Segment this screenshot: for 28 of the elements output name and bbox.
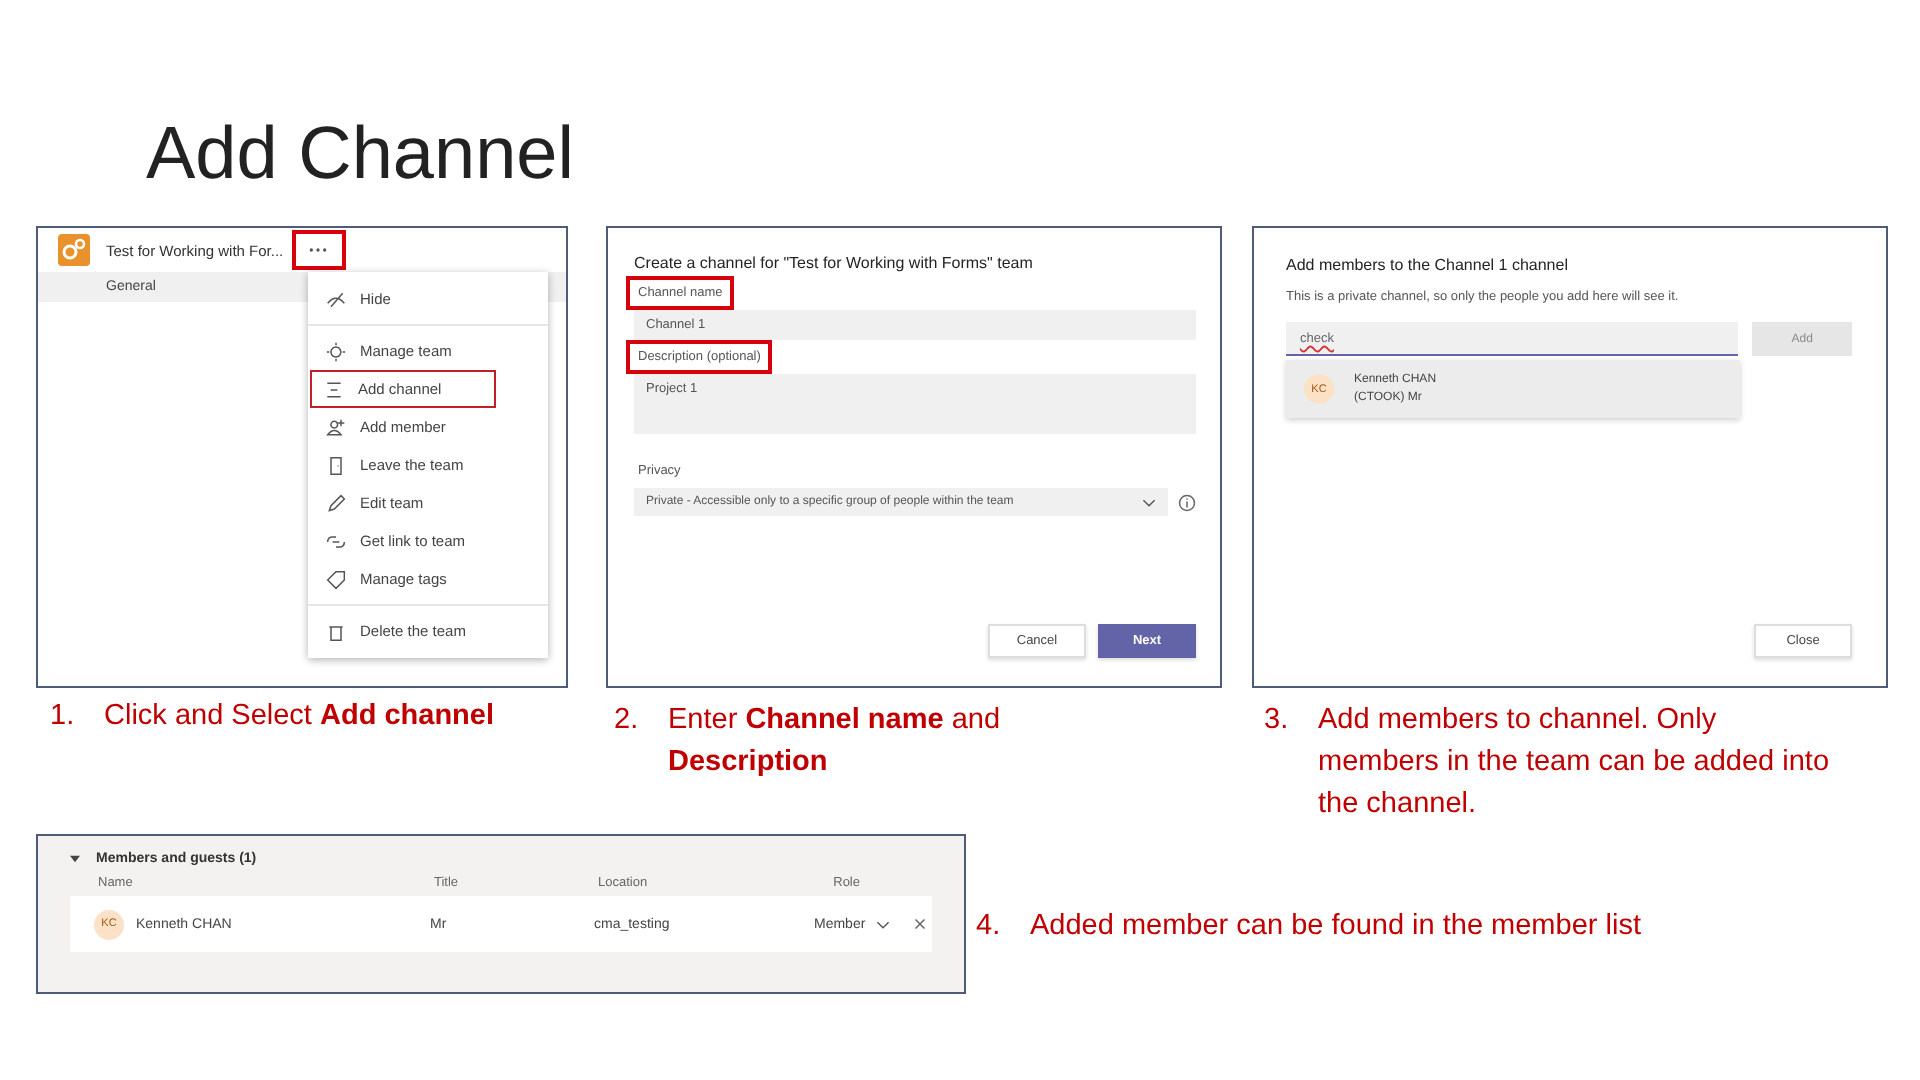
step-number: 1. bbox=[50, 698, 77, 736]
step-number: 4. bbox=[976, 908, 1003, 946]
chevron-down-icon bbox=[1142, 497, 1156, 507]
pencil-icon bbox=[326, 493, 346, 513]
dialog-title: Add members to the Channel 1 channel bbox=[1286, 256, 1570, 274]
door-icon bbox=[326, 455, 346, 475]
person-plus-icon bbox=[326, 417, 346, 437]
tag-icon bbox=[326, 569, 346, 589]
team-logo-icon bbox=[58, 234, 90, 266]
step-number: 3. bbox=[1264, 702, 1291, 740]
step-caption: Add members to channel. Only members in the team can be added into the channel. bbox=[1318, 702, 1832, 824]
close-icon[interactable] bbox=[913, 918, 926, 930]
step-caption: Added member can be found in the member list bbox=[1030, 908, 1641, 946]
chevron-down-icon bbox=[875, 919, 890, 929]
step-number: 2. bbox=[614, 702, 641, 740]
trash-icon bbox=[326, 621, 346, 641]
info-icon bbox=[1178, 493, 1196, 511]
dialog-title: Create a channel for "Test for Working with Forms" team bbox=[634, 254, 1035, 272]
list-icon bbox=[324, 379, 344, 399]
collapse-caret-icon[interactable] bbox=[70, 854, 80, 864]
step-caption: Enter Channel name and Description bbox=[668, 702, 1003, 782]
slide-title: Add Channel bbox=[146, 112, 574, 196]
gear-icon bbox=[326, 341, 346, 361]
slashed-eye-icon bbox=[326, 289, 346, 309]
link-icon bbox=[326, 531, 346, 551]
more-dots-icon bbox=[308, 246, 329, 254]
more-options-button[interactable] bbox=[291, 230, 346, 270]
step-caption: Click and Select Add channel bbox=[104, 698, 495, 736]
